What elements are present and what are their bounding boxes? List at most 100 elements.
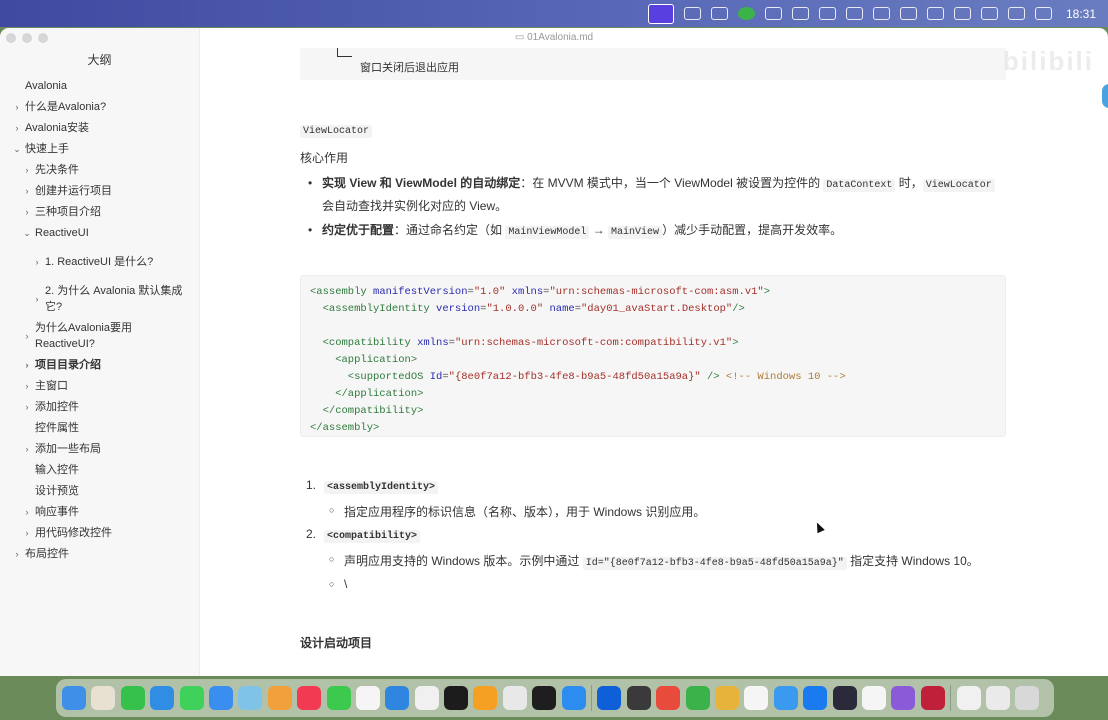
chevron-down-icon[interactable]: ⌄ [12, 141, 22, 157]
at-sign-icon[interactable] [791, 7, 809, 20]
outline-item[interactable]: › 用代码修改控件 [0, 522, 200, 543]
chevron-right-icon[interactable]: › [22, 378, 32, 394]
wifi-icon[interactable] [980, 7, 998, 20]
maps-icon[interactable] [238, 686, 263, 710]
pages-icon[interactable] [473, 686, 498, 710]
outline-item[interactable]: › 1. ReactiveUI 是什么? [0, 243, 200, 280]
chevron-right-icon[interactable]: › [22, 504, 32, 520]
input-method-icon[interactable] [926, 7, 944, 20]
safari-icon[interactable] [150, 686, 175, 710]
terminal-icon[interactable] [532, 686, 557, 710]
chevron-right-icon[interactable]: › [32, 254, 42, 270]
chevron-right-icon[interactable]: › [12, 99, 22, 115]
outline-item[interactable]: › 添加控件 [0, 396, 200, 417]
visual-studio-icon[interactable] [891, 686, 916, 710]
obs-icon[interactable] [832, 686, 857, 710]
close-button[interactable] [6, 33, 16, 43]
vpn-icon[interactable] [899, 7, 917, 20]
chevron-down-icon[interactable]: ⌄ [22, 225, 32, 241]
iphone-mirroring-icon[interactable] [502, 686, 527, 710]
apple-tv-icon[interactable] [444, 686, 469, 710]
leaf-app-icon[interactable] [685, 686, 710, 710]
outline-item[interactable]: › 布局控件 [0, 543, 200, 564]
outline-item-label: 主窗口 [35, 379, 68, 392]
wps-icon[interactable] [656, 686, 681, 710]
floating-assistant-button[interactable] [1102, 84, 1108, 108]
tencent-meeting-icon[interactable] [803, 686, 828, 710]
chevron-right-icon[interactable]: › [22, 357, 32, 373]
outline-item[interactable]: › 项目目录介绍 [0, 354, 200, 375]
outline-item[interactable]: › 什么是Avalonia? [0, 96, 200, 117]
chevron-right-icon[interactable]: › [22, 441, 32, 457]
sub-text: 声明应用支持的 Windows 版本。示例中通过 [344, 554, 583, 568]
screen-share-icon[interactable] [647, 3, 674, 24]
finder-icon[interactable] [62, 686, 86, 710]
battery-icon[interactable] [953, 7, 971, 20]
teamviewer-icon[interactable] [597, 686, 622, 710]
control-center-icon[interactable] [1034, 7, 1052, 20]
mountain-icon[interactable] [872, 7, 890, 20]
teamviewer-icon[interactable] [818, 7, 836, 20]
inline-code: Id="{8e0f7a12-bfb3-4fe8-b9a5-48fd50a15a9… [582, 557, 847, 570]
chevron-right-icon[interactable]: › [22, 399, 32, 415]
code-token: <application> [310, 354, 418, 366]
rider-icon[interactable] [920, 686, 945, 710]
outline-item[interactable]: › 为什么Avalonia要用ReactiveUI? [0, 317, 200, 354]
outline-item[interactable]: › 添加一些布局 [0, 438, 200, 459]
chevron-right-icon[interactable]: › [22, 204, 32, 220]
document-icon[interactable] [956, 686, 981, 710]
outline-item-label: 快速上手 [25, 142, 69, 155]
zoom-button[interactable] [38, 33, 48, 43]
app-store-icon[interactable] [561, 686, 586, 710]
outline-item[interactable]: ⌄ 快速上手 [0, 138, 200, 159]
search-icon[interactable] [1007, 7, 1025, 20]
outline-item[interactable]: › Avalonia安装 [0, 117, 200, 138]
minimize-button[interactable] [22, 33, 32, 43]
outline-item[interactable]: 控件属性 [0, 417, 200, 438]
typora-icon[interactable] [861, 686, 886, 710]
qq-icon[interactable] [744, 686, 769, 710]
music-icon[interactable] [297, 686, 322, 710]
outline-item[interactable]: › 主窗口 [0, 375, 200, 396]
display-icon[interactable] [764, 7, 782, 20]
outline-item[interactable]: › 响应事件 [0, 501, 200, 522]
creative-cloud-icon[interactable] [683, 7, 701, 20]
chevron-right-icon[interactable]: › [22, 162, 32, 178]
code-token: </assembly> [310, 422, 380, 434]
chevron-right-icon[interactable]: › [22, 525, 32, 541]
freeform-icon[interactable] [414, 686, 439, 710]
keynote-icon[interactable] [385, 686, 410, 710]
outline-item[interactable]: › 创建并运行项目 [0, 180, 200, 201]
xml-code-block[interactable]: <assembly manifestVersion="1.0" xmlns="u… [300, 275, 1006, 437]
outline-item[interactable]: 设计预览 [0, 480, 200, 501]
chevron-right-icon[interactable]: › [12, 546, 22, 562]
outline-item[interactable]: 输入控件 [0, 459, 200, 480]
outline-item[interactable]: › 2. 为什么 Avalonia 默认集成它? [0, 280, 200, 317]
outline-item[interactable]: › 先决条件 [0, 159, 200, 180]
chrome-icon[interactable] [714, 686, 739, 710]
photos-icon[interactable] [267, 686, 292, 710]
quicktime-icon[interactable] [626, 686, 651, 710]
chevron-right-icon[interactable]: › [22, 328, 32, 344]
chevron-right-icon[interactable]: › [32, 291, 42, 307]
reminders-icon[interactable] [355, 686, 380, 710]
trash-icon[interactable] [1015, 686, 1040, 710]
chevron-right-icon[interactable]: › [12, 120, 22, 136]
outline-item[interactable]: › 三种项目介绍 [0, 201, 200, 222]
chevron-right-icon[interactable]: › [22, 183, 32, 199]
launchpad-icon[interactable] [91, 686, 116, 710]
leaf-app-icon[interactable] [737, 7, 755, 20]
outline-item[interactable]: Avalonia [0, 75, 200, 96]
screenshot-icon[interactable] [985, 686, 1010, 710]
mail-icon[interactable] [208, 686, 233, 710]
qq-penguin-icon[interactable] [710, 7, 728, 20]
screen-mirror-icon[interactable] [845, 7, 863, 20]
inline-code: DataContext [823, 179, 896, 192]
facetime-icon[interactable] [326, 686, 351, 710]
code-token: </compatibility> [310, 405, 424, 417]
menu-clock[interactable]: 18:31 [1066, 7, 1096, 21]
lark-icon[interactable] [773, 686, 798, 710]
outline-item[interactable]: ⌄ ReactiveUI [0, 222, 200, 243]
numbers-icon[interactable] [120, 686, 145, 710]
messages-icon[interactable] [179, 686, 204, 710]
